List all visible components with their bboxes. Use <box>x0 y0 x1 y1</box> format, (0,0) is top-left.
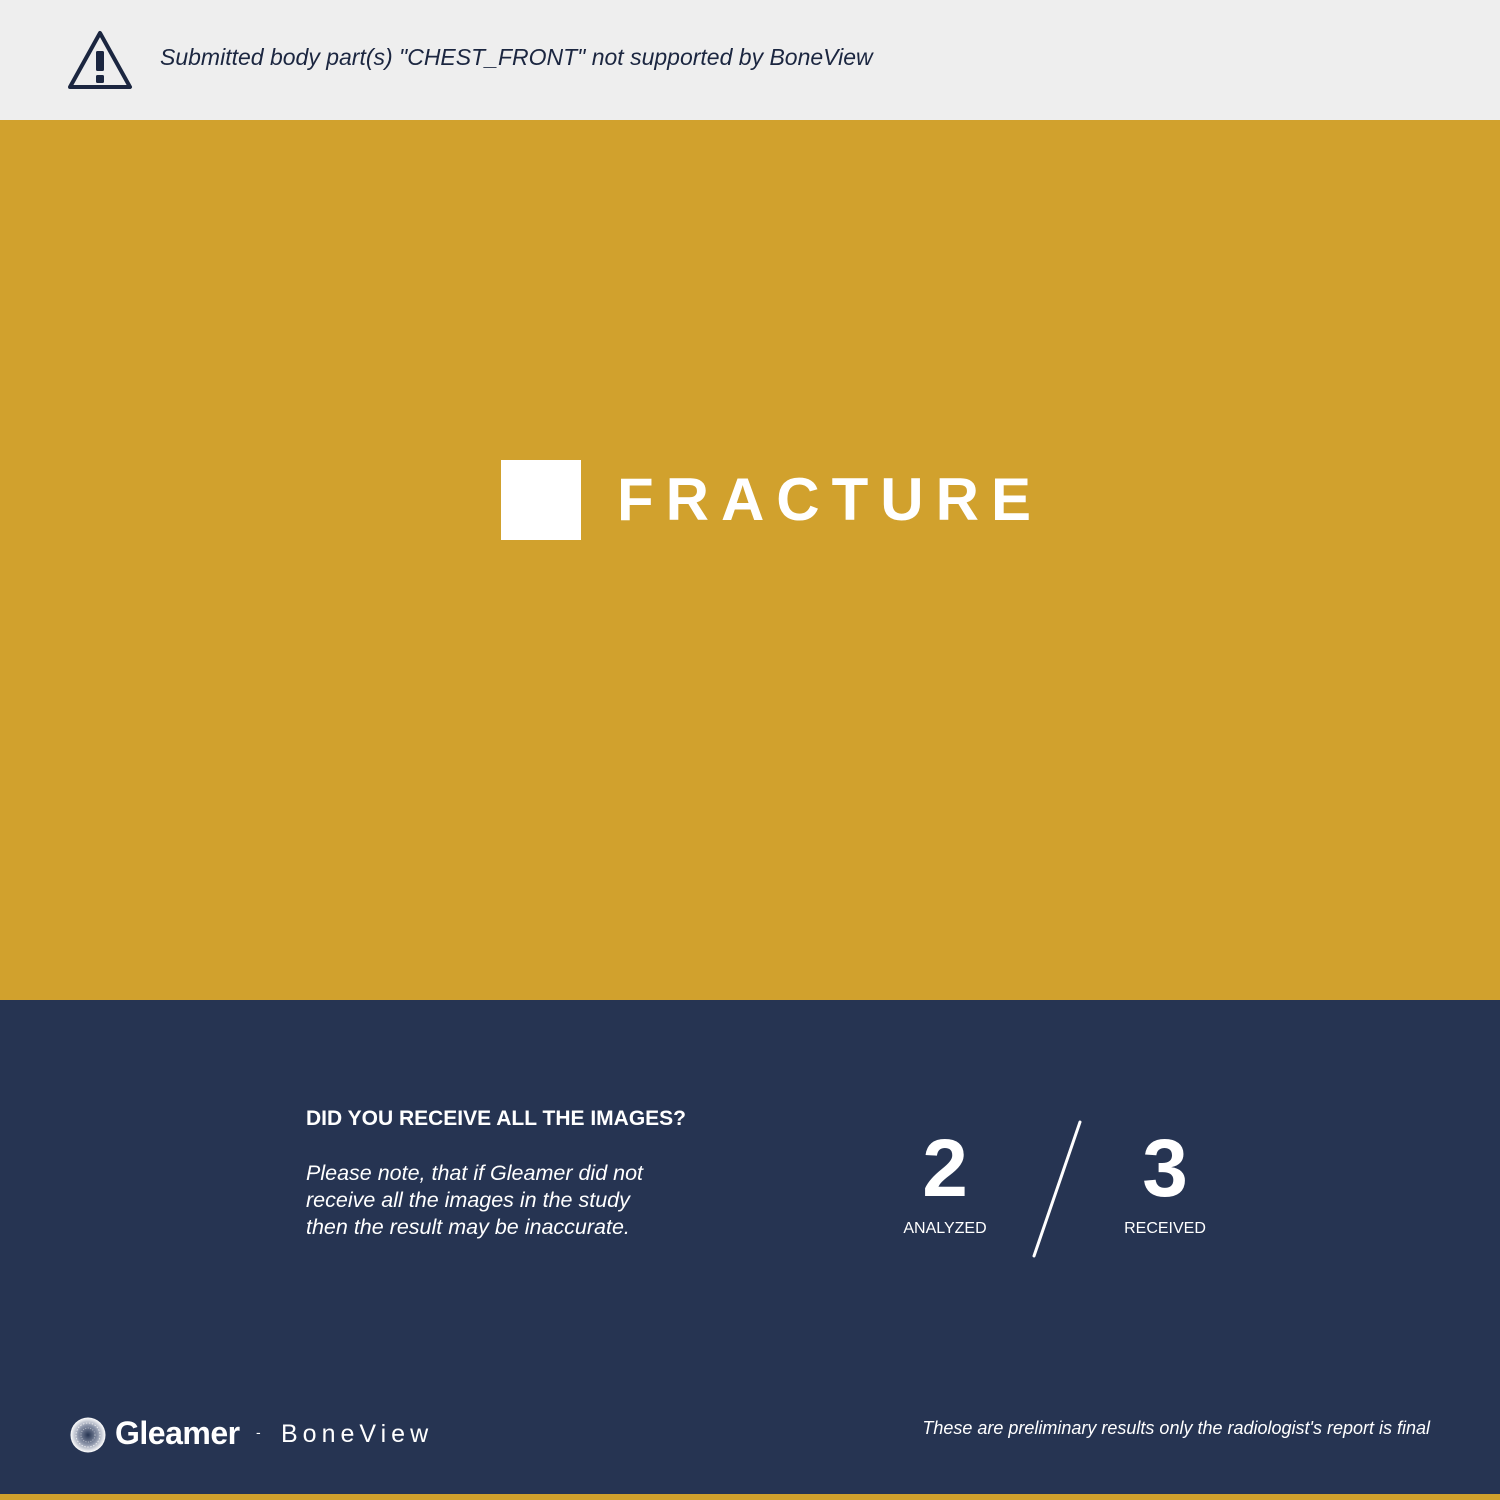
received-count: 3 RECEIVED <box>1085 1124 1245 1238</box>
received-count-label: RECEIVED <box>1124 1220 1206 1237</box>
brand-name: Gleamer <box>115 1415 240 1451</box>
analyzed-count: 2 ANALYZED <box>865 1124 1025 1238</box>
result-indicator-square <box>501 460 581 540</box>
info-panel: DID YOU RECEIVE ALL THE IMAGES? Please n… <box>0 1000 1500 1494</box>
gleamer-logo-icon <box>70 1417 106 1453</box>
analyzed-count-label: ANALYZED <box>903 1220 987 1237</box>
product-name: BoneView <box>281 1420 434 1448</box>
count-divider-slash <box>1032 1120 1082 1258</box>
bottom-accent-strip <box>0 1494 1500 1500</box>
result-panel: FRACTURE <box>0 120 1500 1000</box>
analyzed-count-value: 2 <box>922 1123 968 1214</box>
warning-triangle-icon <box>68 31 132 89</box>
received-count-value: 3 <box>1142 1123 1188 1214</box>
images-question-note: Please note, that if Gleamer did not rec… <box>306 1161 644 1239</box>
warning-banner: Submitted body part(s) "CHEST_FRONT" not… <box>0 0 1500 120</box>
disclaimer-text: These are preliminary results only the r… <box>922 1418 1430 1438</box>
brand-separator: - <box>256 1424 261 1440</box>
result-label: FRACTURE <box>617 466 1043 533</box>
images-question-heading: DID YOU RECEIVE ALL THE IMAGES? <box>306 1107 686 1130</box>
warning-message: Submitted body part(s) "CHEST_FRONT" not… <box>160 44 873 70</box>
